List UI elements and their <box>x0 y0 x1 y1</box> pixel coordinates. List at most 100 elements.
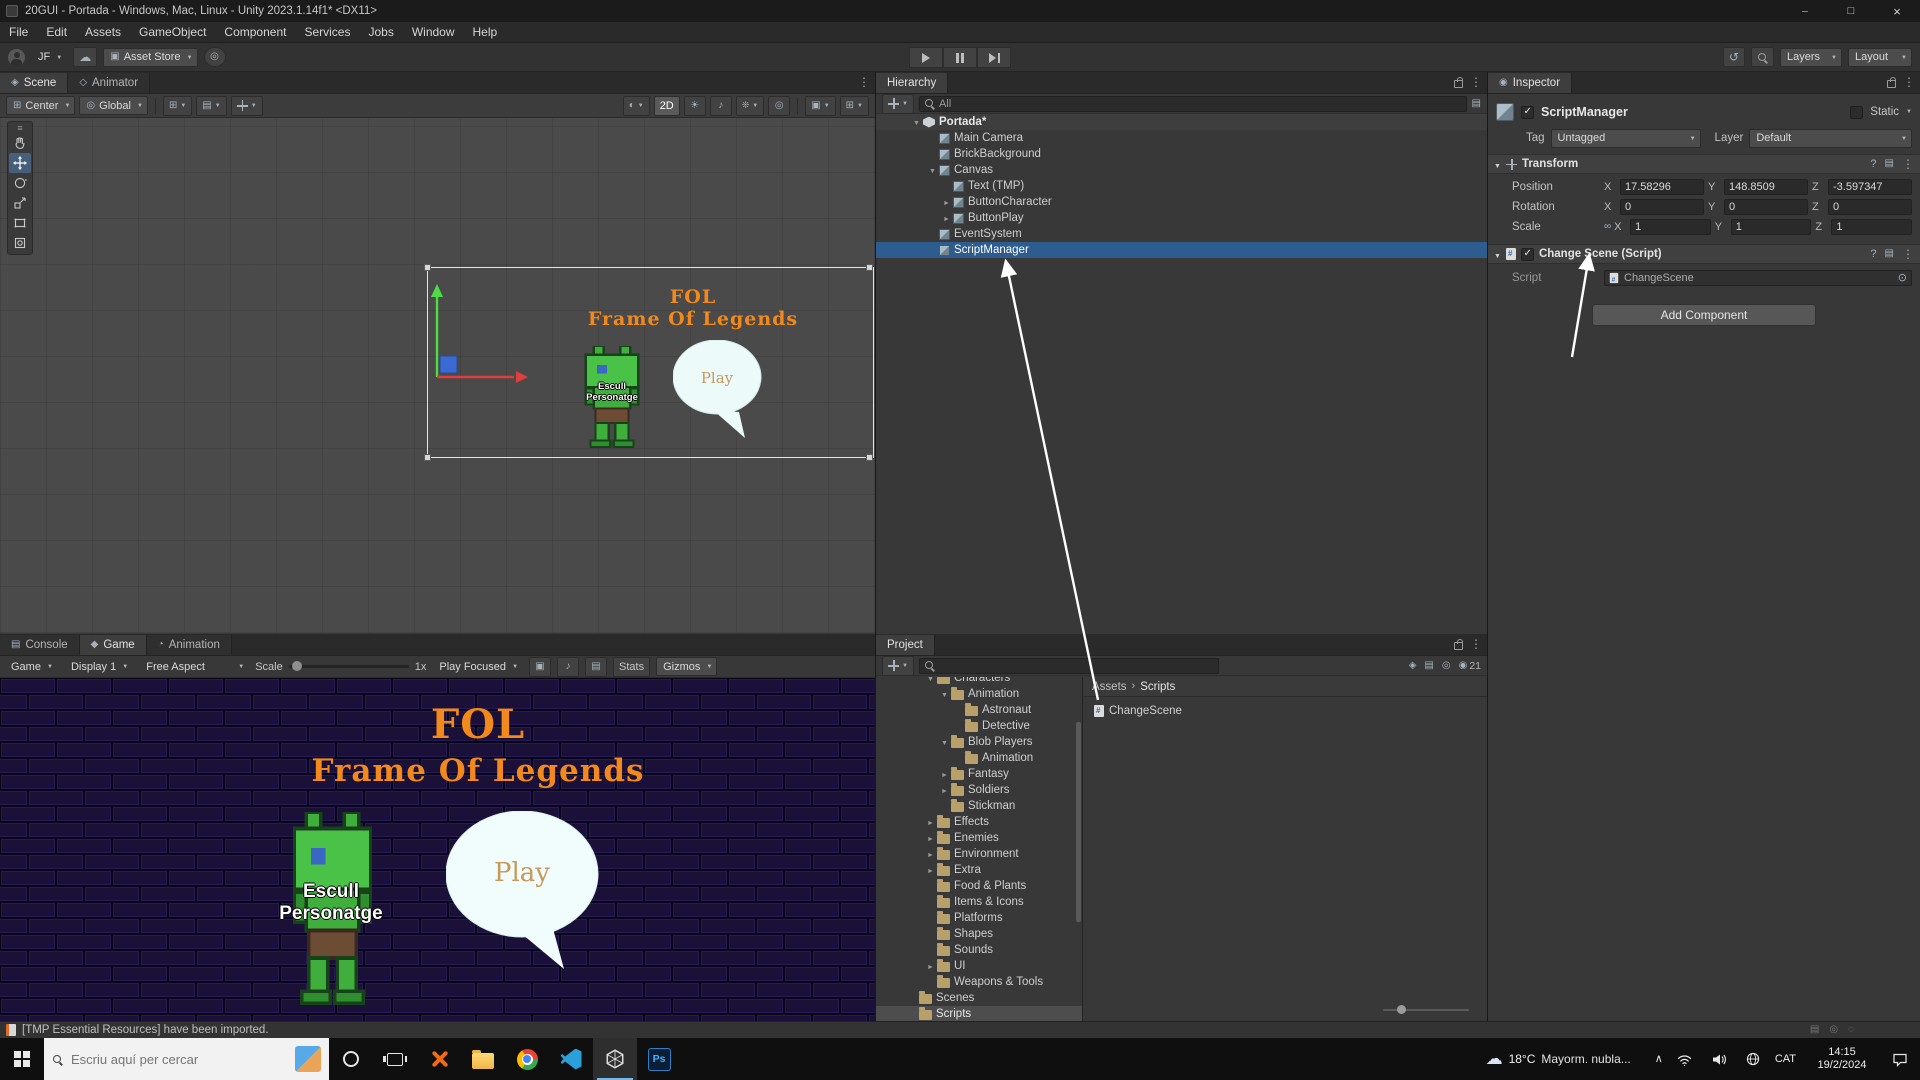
save-search-icon[interactable] <box>1442 661 1451 671</box>
layer-dropdown[interactable]: Default <box>1749 129 1912 148</box>
character-button-label[interactable]: Escull Personatge <box>251 881 411 925</box>
scale-slider[interactable] <box>289 665 409 668</box>
position-y-field[interactable]: 148.8509 <box>1724 179 1808 195</box>
taskbar-vscode[interactable] <box>549 1038 593 1080</box>
maximize-button[interactable] <box>1828 0 1874 22</box>
menu-jobs[interactable]: Jobs <box>359 22 402 42</box>
folder-row-scripts[interactable]: Scripts <box>876 1006 1082 1021</box>
transform-component-header[interactable]: Transform <box>1488 154 1920 174</box>
cache-server-icon[interactable] <box>1829 1025 1838 1035</box>
create-asset-button[interactable] <box>882 656 914 676</box>
folder-row[interactable]: Platforms <box>876 910 1082 926</box>
taskbar-search[interactable] <box>44 1038 329 1080</box>
character-button-label-scene[interactable]: Escull Personatge <box>572 381 652 404</box>
foldout-icon[interactable] <box>938 688 951 700</box>
folder-row[interactable]: Detective <box>876 718 1082 734</box>
foldout-icon[interactable] <box>924 677 937 684</box>
audio-toggle-button[interactable] <box>710 96 732 116</box>
tab-project[interactable]: Project <box>876 635 935 655</box>
hierarchy-panel-menu-icon[interactable] <box>1470 75 1482 89</box>
scene-visibility-button[interactable] <box>768 96 790 116</box>
taskbar-weather[interactable]: 18°C Mayorm. nubla... <box>1486 1049 1631 1069</box>
project-panel-menu-icon[interactable] <box>1470 637 1482 651</box>
services-icon[interactable] <box>204 47 226 67</box>
taskbar-unity[interactable] <box>593 1038 637 1080</box>
add-component-button[interactable]: Add Component <box>1592 304 1816 326</box>
folder-row[interactable]: Animation <box>876 686 1082 702</box>
component-enabled-checkbox[interactable] <box>1521 248 1534 261</box>
scale-link-icon[interactable] <box>1604 222 1611 232</box>
folder-row[interactable]: Enemies <box>876 830 1082 846</box>
component-menu-icon[interactable] <box>1902 247 1914 261</box>
menu-assets[interactable]: Assets <box>76 22 130 42</box>
position-x-field[interactable]: 17.58296 <box>1620 179 1704 195</box>
asset-item-changescene[interactable]: ChangeScene <box>1094 705 1182 717</box>
search-highlight-thumbnail[interactable] <box>295 1046 321 1072</box>
vsync-button[interactable] <box>529 657 551 677</box>
mute-audio-button[interactable] <box>557 657 579 677</box>
snap-increment-button[interactable] <box>196 96 226 116</box>
canvas-handle[interactable] <box>866 454 873 461</box>
hierarchy-search-input[interactable]: All <box>919 96 1467 112</box>
hierarchy-item-buttonplay[interactable]: ButtonPlay <box>876 210 1487 226</box>
foldout-icon[interactable] <box>938 768 951 780</box>
active-checkbox[interactable] <box>1521 106 1534 119</box>
tag-dropdown[interactable]: Untagged <box>1551 129 1701 148</box>
play-bubble-scene[interactable] <box>673 340 773 440</box>
folder-row[interactable]: Characters <box>876 677 1082 686</box>
breadcrumb-current[interactable]: Scripts <box>1140 681 1175 693</box>
folder-row[interactable]: Sounds <box>876 942 1082 958</box>
folder-row[interactable]: Items & Icons <box>876 894 1082 910</box>
start-button[interactable] <box>0 1038 44 1080</box>
folder-row-scenes[interactable]: Scenes <box>876 990 1082 1006</box>
metrics-button[interactable] <box>585 657 607 677</box>
taskbar-photoshop[interactable] <box>637 1038 681 1080</box>
tab-game[interactable]: Game <box>80 635 147 655</box>
folder-row[interactable]: Food & Plants <box>876 878 1082 894</box>
lock-icon[interactable] <box>1454 80 1463 88</box>
lock-icon[interactable] <box>1454 642 1463 650</box>
slider-knob[interactable] <box>1397 1005 1406 1014</box>
folder-row[interactable]: Stickman <box>876 798 1082 814</box>
play-button-label[interactable]: Play <box>472 858 572 888</box>
foldout-icon[interactable] <box>924 832 937 844</box>
hierarchy-scene-row[interactable]: Portada* <box>876 114 1487 130</box>
menu-gameobject[interactable]: GameObject <box>130 22 215 42</box>
rotate-tool[interactable] <box>9 173 31 193</box>
static-checkbox[interactable] <box>1850 106 1863 119</box>
display-dropdown[interactable]: Display 1 <box>64 657 133 676</box>
project-tree-scrollbar[interactable] <box>1076 722 1081 922</box>
hierarchy-item-brickbackground[interactable]: BrickBackground <box>876 146 1487 162</box>
grid-snap-button[interactable] <box>163 96 192 116</box>
hierarchy-item-scriptmanager[interactable]: ScriptManager <box>876 242 1487 258</box>
foldout-icon[interactable] <box>910 116 923 128</box>
script-object-field[interactable]: ChangeScene <box>1604 270 1912 286</box>
taskbar-clock[interactable]: 14:15 19/2/2024 <box>1806 1046 1878 1072</box>
hidden-packages-icon[interactable] <box>1459 661 1468 671</box>
hierarchy-item-canvas[interactable]: Canvas <box>876 162 1487 178</box>
object-picker-icon[interactable] <box>1898 273 1907 284</box>
folder-row[interactable]: Extra <box>876 862 1082 878</box>
folder-row[interactable]: Blob Players <box>876 734 1082 750</box>
scene-viewport[interactable]: FOL Frame Of Legends Escull Personatge P… <box>0 118 875 633</box>
effects-toggle-button[interactable] <box>736 96 765 116</box>
help-icon[interactable] <box>1870 159 1876 170</box>
stats-button[interactable]: Stats <box>613 657 650 677</box>
component-menu-icon[interactable] <box>1902 157 1914 171</box>
presets-icon[interactable] <box>1885 159 1894 169</box>
transform-tool[interactable] <box>9 233 31 253</box>
move-tool[interactable] <box>9 153 31 173</box>
folder-row[interactable]: Soldiers <box>876 782 1082 798</box>
canvas-handle[interactable] <box>866 264 873 271</box>
foldout-icon[interactable] <box>940 196 953 208</box>
taskbar-file-explorer[interactable] <box>461 1038 505 1080</box>
folder-row[interactable]: Fantasy <box>876 766 1082 782</box>
status-message[interactable]: [TMP Essential Resources] have been impo… <box>22 1024 269 1036</box>
background-activity-icon[interactable] <box>1848 1025 1854 1035</box>
game-viewport[interactable]: FOL Frame Of Legends Escull Personatge P… <box>0 678 875 1021</box>
position-z-field[interactable]: -3.597347 <box>1828 179 1912 195</box>
asset-store-dropdown[interactable]: Asset Store <box>103 48 197 67</box>
foldout-icon[interactable] <box>924 960 937 972</box>
foldout-icon[interactable] <box>924 848 937 860</box>
step-button[interactable] <box>977 47 1011 68</box>
